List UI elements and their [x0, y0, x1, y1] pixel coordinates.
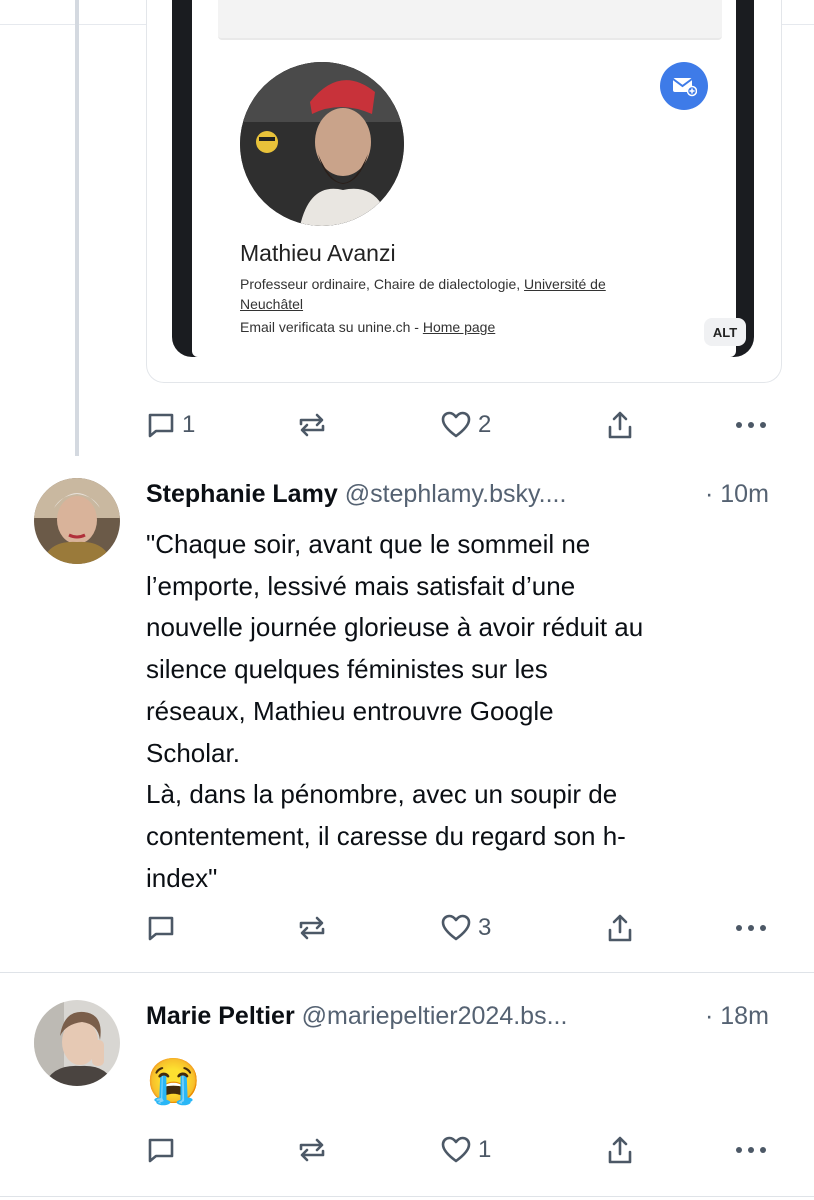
author-handle[interactable]: @mariepeltier2024.bs...: [302, 1002, 568, 1030]
more-dots-icon: [734, 1145, 768, 1155]
reply-icon: [146, 914, 176, 942]
like-button[interactable]: 2: [440, 405, 491, 445]
thread-connector-line: [75, 0, 79, 456]
share-icon: [604, 409, 636, 441]
heart-icon: [440, 913, 472, 943]
post2-actions: 1: [146, 1130, 786, 1170]
post-divider: [0, 972, 814, 973]
share-button[interactable]: [604, 908, 636, 948]
profile-photo: [240, 62, 404, 226]
repost-button[interactable]: [296, 405, 328, 445]
more-dots-icon: [734, 420, 768, 430]
post-timestamp: · 18m: [705, 1002, 769, 1030]
more-options-button[interactable]: [734, 1130, 768, 1170]
post-divider: [0, 1196, 814, 1197]
share-button[interactable]: [604, 405, 636, 445]
avatar[interactable]: [34, 1000, 120, 1086]
reply-button[interactable]: [146, 908, 176, 948]
repost-icon: [296, 1135, 328, 1165]
mail-follow-icon: [660, 62, 708, 110]
like-button[interactable]: 3: [440, 908, 491, 948]
reply-icon: [146, 1136, 176, 1164]
heart-icon: [440, 1135, 472, 1165]
like-count: 3: [478, 914, 492, 941]
heart-icon: [440, 410, 472, 440]
share-icon: [604, 1134, 636, 1166]
author-handle[interactable]: @stephlamy.bsky....: [345, 480, 567, 508]
post-time: · 18m: [705, 1002, 769, 1031]
reply-icon: [146, 411, 176, 439]
affiliation-text: Professeur ordinaire, Chaire de dialecto…: [240, 276, 525, 292]
author-name[interactable]: Stephanie Lamy: [146, 480, 338, 508]
reply-button[interactable]: 1: [146, 405, 195, 445]
author-name[interactable]: Marie Peltier: [146, 1002, 295, 1030]
post-header: Marie Peltier @mariepeltier2024.bs...: [146, 1002, 567, 1031]
post-emoji: 😭: [146, 1057, 201, 1106]
reply-count: 1: [182, 411, 196, 438]
embedded-affiliation-cont: Neuchâtel: [240, 296, 303, 312]
repost-button[interactable]: [296, 1130, 328, 1170]
embedded-email: Email verificata su unine.ch - Home page: [240, 319, 495, 335]
more-options-button[interactable]: [734, 405, 768, 445]
like-count: 2: [478, 411, 492, 438]
like-count: 1: [478, 1136, 492, 1163]
post0-actions: 1 2: [146, 405, 786, 445]
email-text: Email verificata su unine.ch -: [240, 319, 423, 335]
alt-text-badge[interactable]: ALT: [704, 318, 746, 346]
affiliation-link: Université de: [524, 276, 606, 292]
post-time: · 10m: [705, 480, 769, 509]
embedded-search-bar: [218, 0, 722, 40]
repost-icon: [296, 913, 328, 943]
more-options-button[interactable]: [734, 908, 768, 948]
repost-button[interactable]: [296, 908, 328, 948]
affiliation-link-cont: Neuchâtel: [240, 296, 304, 312]
repost-icon: [296, 410, 328, 440]
share-button[interactable]: [604, 1130, 636, 1170]
homepage-link: Home page: [422, 319, 496, 335]
post1-actions: 3: [146, 908, 786, 948]
embedded-profile-name: Mathieu Avanzi: [240, 240, 396, 266]
post-header: Stephanie Lamy @stephlamy.bsky....: [146, 480, 566, 509]
post-timestamp: · 10m: [705, 480, 769, 508]
reply-button[interactable]: [146, 1130, 176, 1170]
like-button[interactable]: 1: [440, 1130, 491, 1170]
embedded-affiliation: Professeur ordinaire, Chaire de dialecto…: [240, 276, 606, 292]
more-dots-icon: [734, 923, 768, 933]
share-icon: [604, 912, 636, 944]
post-text: "Chaque soir, avant que le sommeil ne l’…: [146, 529, 644, 893]
avatar[interactable]: [34, 478, 120, 564]
